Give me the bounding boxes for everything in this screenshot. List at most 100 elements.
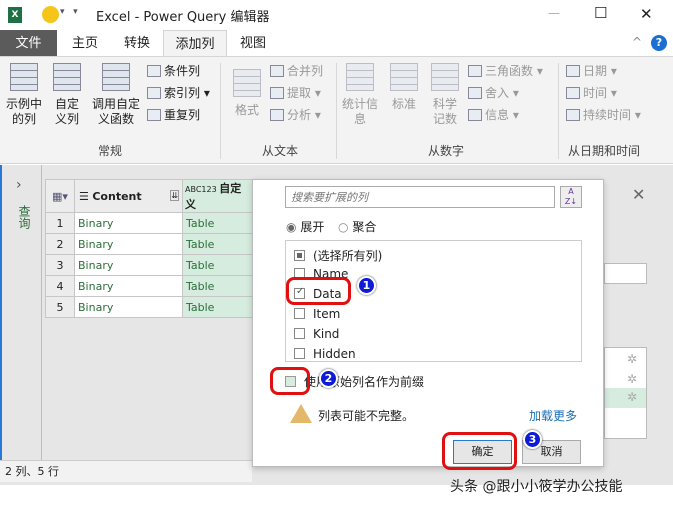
header-label: Content (92, 189, 142, 203)
load-more-link[interactable]: 加载更多 (529, 407, 577, 424)
statistics-button[interactable]: 统计信息 (342, 63, 378, 127)
query-settings-pane: ✕ ✲ ✲ ✲ (604, 179, 673, 469)
time-button[interactable]: 时间 ▾ (566, 85, 617, 101)
column-header-content[interactable]: ☰ Content ⇊ (74, 179, 183, 213)
table-row[interactable]: 4 Binary Table (45, 275, 253, 297)
smiley-icon[interactable] (42, 6, 59, 23)
expand-column-icon[interactable]: ⇊ (170, 189, 179, 201)
highlight-ring (442, 432, 517, 470)
info-icon (468, 109, 482, 121)
custom-cell[interactable]: Table (182, 233, 253, 255)
radio-empty-icon: ○ (338, 220, 349, 234)
content-cell[interactable]: Binary (74, 296, 183, 318)
content-cell[interactable]: Binary (74, 275, 183, 297)
minimize-button[interactable]: — (548, 6, 560, 20)
table-row[interactable]: 5 Binary Table (45, 296, 253, 318)
custom-cell[interactable]: Table (182, 254, 253, 276)
content-cell[interactable]: Binary (74, 233, 183, 255)
title-bar: X ▾ ▾ Excel - Power Query 编辑器 — ☐ ✕ (0, 0, 673, 30)
tab-view[interactable]: 视图 (228, 30, 278, 57)
information-button[interactable]: 信息 ▾ (468, 107, 519, 123)
maximize-button[interactable]: ☐ (594, 4, 607, 22)
close-button[interactable]: ✕ (640, 5, 653, 23)
table-row[interactable]: 1 Binary Table (45, 212, 253, 234)
label: 持续时间 (583, 108, 632, 122)
column-from-examples-button[interactable]: 示例中的列 (6, 63, 42, 127)
step-badge-3: 3 (523, 430, 542, 449)
column-search-input[interactable] (285, 186, 555, 208)
radio-selected-icon: ◉ (286, 220, 297, 234)
column-option[interactable]: (选择所有列) (294, 247, 382, 264)
custom-cell[interactable]: Table (182, 296, 253, 318)
help-icon[interactable]: ? (651, 35, 667, 51)
step-badge-1: 1 (357, 276, 376, 295)
table-row[interactable]: 3 Binary Table (45, 254, 253, 276)
duration-button[interactable]: 持续时间 ▾ (566, 107, 641, 123)
invoke-custom-function-button[interactable]: 调用自定义函数 (90, 63, 142, 127)
close-pane-icon[interactable]: ✕ (632, 185, 645, 204)
extract-button[interactable]: 提取 ▾ (270, 85, 321, 101)
content-cell[interactable]: Binary (74, 254, 183, 276)
date-button[interactable]: 日期 ▾ (566, 63, 617, 79)
label: 调用自定义函数 (91, 97, 140, 126)
conditional-column-button[interactable]: 条件列 (147, 63, 200, 79)
abc-icon (233, 69, 261, 97)
label: 示例中的列 (6, 97, 43, 126)
collapse-ribbon-icon[interactable]: ^ (632, 35, 642, 49)
text-type-icon: ☰ (79, 189, 93, 203)
group-label-number: 从数字 (428, 144, 465, 158)
checkbox (294, 250, 305, 261)
label: 时间 (583, 86, 608, 100)
merge-columns-button[interactable]: 合并列 (270, 63, 323, 79)
content-cell[interactable]: Binary (74, 212, 183, 234)
quick-access-dropdown-icon[interactable]: ▾ ▾ (60, 7, 78, 17)
gear-icon[interactable]: ✲ (627, 352, 637, 366)
queries-label: 查询 (17, 205, 31, 229)
query-name-input[interactable] (604, 263, 647, 284)
sort-az-button[interactable]: A Z↓ (560, 186, 582, 208)
index-column-button[interactable]: 索引列 ▾ (147, 85, 210, 101)
data-grid: ▦▾ ☰ Content ⇊ ABC123 自定义 1 Binary Table 2 Bi… (45, 179, 253, 318)
label: 三角函数 (485, 64, 534, 78)
table-menu-icon[interactable]: ▦▾ (45, 179, 75, 213)
tab-file[interactable]: 文件 (0, 30, 57, 57)
scientific-button[interactable]: 科学记数 (428, 63, 462, 127)
duplicate-column-button[interactable]: 重复列 (147, 107, 200, 123)
column-header-custom[interactable]: ABC123 自定义 (182, 179, 253, 213)
group-label-text: 从文本 (262, 144, 299, 158)
parse-icon (270, 109, 284, 121)
custom-cell[interactable]: Table (182, 275, 253, 297)
function-icon (102, 63, 130, 91)
table-row[interactable]: 2 Binary Table (45, 233, 253, 255)
tab-add-column[interactable]: 添加列 (163, 30, 227, 58)
custom-column-button[interactable]: 自定义列 (52, 63, 82, 127)
label: 索引列 (164, 86, 201, 100)
divider (558, 63, 559, 159)
custom-cell[interactable]: Table (182, 212, 253, 234)
expand-radio[interactable]: ◉ 展开 (286, 218, 324, 235)
label: Hidden (313, 347, 356, 361)
column-option[interactable]: Item (294, 307, 340, 321)
tab-transform[interactable]: 转换 (113, 30, 161, 57)
aggregate-radio[interactable]: ○ 聚合 (338, 218, 376, 235)
warning-icon (290, 404, 312, 423)
label: 合并列 (287, 64, 324, 78)
tab-home[interactable]: 主页 (60, 30, 110, 57)
label: 科学记数 (432, 97, 457, 126)
gear-icon[interactable]: ✲ (605, 388, 646, 408)
parse-button[interactable]: 分析 ▾ (270, 107, 321, 123)
queries-pane[interactable]: › 查询 (0, 165, 42, 461)
rounding-button[interactable]: 舍入 ▾ (468, 85, 519, 101)
format-button[interactable]: 格式 (230, 69, 264, 118)
label: 重复列 (164, 108, 201, 122)
any-type-icon: ABC123 (185, 185, 220, 194)
column-option[interactable]: Hidden (294, 347, 356, 361)
index-icon (147, 87, 161, 99)
status-bar: 2 列、5 行 (0, 460, 252, 482)
standard-button[interactable]: 标准 (390, 63, 418, 112)
expand-chevron-icon[interactable]: › (16, 177, 22, 193)
label: 统计信息 (342, 97, 379, 126)
gear-icon[interactable]: ✲ (627, 372, 637, 386)
column-option[interactable]: Kind (294, 327, 339, 341)
trig-button[interactable]: 三角函数 ▾ (468, 63, 543, 79)
